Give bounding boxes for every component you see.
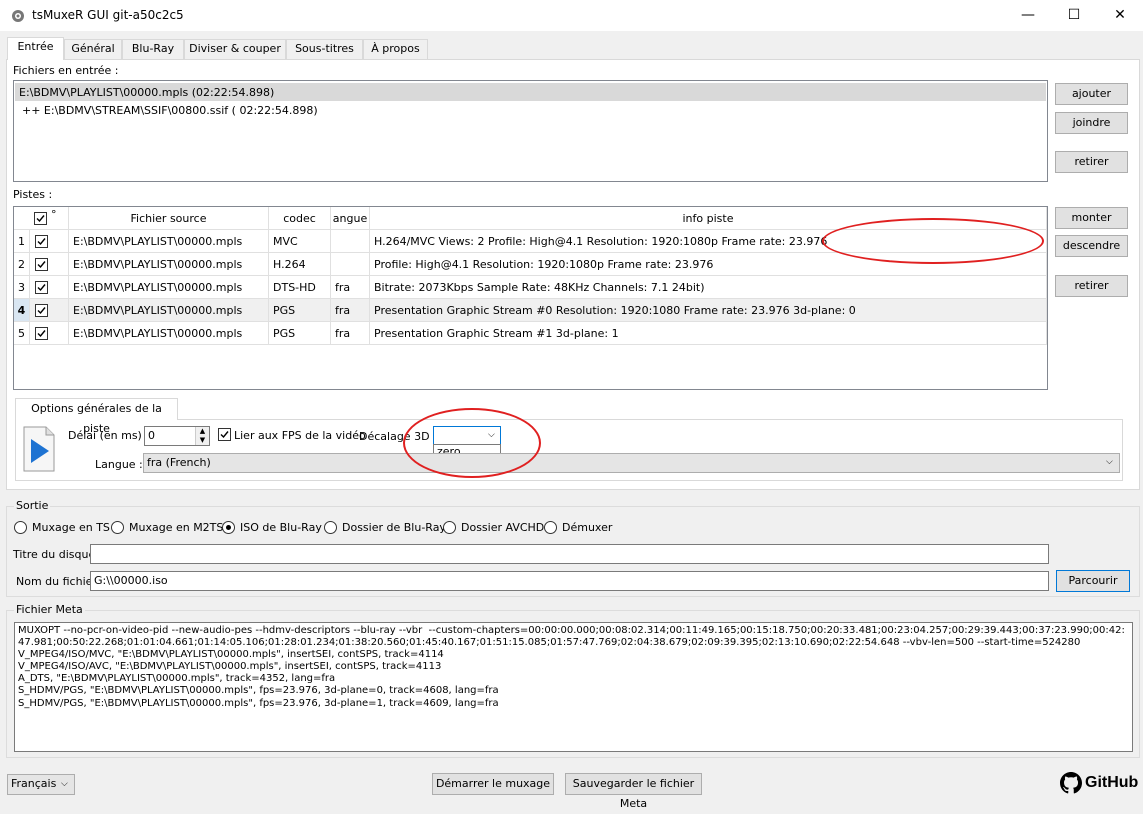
tab-track-options[interactable]: Options générales de la piste [15, 398, 178, 435]
track-codec[interactable]: MVC [269, 230, 331, 253]
track-codec[interactable]: DTS-HD [269, 276, 331, 299]
chevron-down-icon[interactable]: ⌵ [1106, 457, 1113, 467]
list-item[interactable]: ++ E:\BDMV\STREAM\SSIF\00800.ssif ( 02:2… [22, 104, 318, 117]
tab-general[interactable]: Général [64, 39, 122, 59]
language-select[interactable]: fra (French) [143, 453, 1120, 473]
row-check-cell [30, 253, 69, 276]
meta-textarea[interactable]: MUXOPT --no-pcr-on-video-pid --new-audio… [14, 622, 1133, 752]
radio-iso-label: ISO de Blu-Ray [240, 521, 322, 534]
track-lang[interactable] [331, 230, 370, 253]
row-number: 4 [14, 299, 30, 322]
move-up-button[interactable]: monter [1055, 207, 1128, 229]
input-files-list[interactable]: E:\BDMV\PLAYLIST\00000.mpls (02:22:54.89… [13, 80, 1048, 182]
track-source[interactable]: E:\BDMV\PLAYLIST\00000.mpls [69, 253, 269, 276]
track-source[interactable]: E:\BDMV\PLAYLIST\00000.mpls [69, 322, 269, 345]
disc-title-label: Titre du disque [13, 548, 96, 561]
row-number: 5 [14, 322, 30, 345]
add-button[interactable]: ajouter [1055, 83, 1128, 105]
radio-bluray-folder-label: Dossier de Blu-Ray [342, 521, 446, 534]
disc-title-input[interactable] [90, 544, 1049, 564]
radio-ts-label: Muxage en TS [32, 521, 110, 534]
meta-title: Fichier Meta [14, 603, 85, 616]
row-check-cell [30, 276, 69, 299]
window-title: tsMuxeR GUI git-a50c2c5 [32, 8, 184, 22]
track-checkbox[interactable] [35, 327, 48, 340]
save-meta-button[interactable]: Sauvegarder le fichier Meta [565, 773, 702, 810]
row-check-cell [30, 230, 69, 253]
track-lang[interactable]: fra [331, 299, 370, 322]
input-files-label: Fichiers en entrée : [13, 64, 119, 77]
track-codec[interactable]: PGS [269, 299, 331, 322]
tab-bluray[interactable]: Blu-Ray [122, 39, 184, 59]
track-lang[interactable]: fra [331, 322, 370, 345]
row-check-cell [30, 322, 69, 345]
annotation-ellipse [403, 408, 541, 478]
document-play-icon [22, 425, 56, 473]
filename-input[interactable]: G:\\00000.iso [90, 571, 1049, 591]
row-number: 3 [14, 276, 30, 299]
output-title: Sortie [14, 499, 51, 512]
radio-demux-label: Démuxer [562, 521, 613, 534]
track-checkbox[interactable] [35, 235, 48, 248]
tab-about[interactable]: À propos [363, 39, 428, 59]
header-check[interactable]: ° [14, 207, 69, 230]
github-icon[interactable] [1060, 772, 1082, 794]
fps-checkbox[interactable] [218, 428, 231, 441]
radio-demux[interactable] [544, 521, 557, 534]
header-lang[interactable]: angue [331, 207, 370, 230]
row-number: 1 [14, 230, 30, 253]
remove-file-button[interactable]: retirer [1055, 151, 1128, 173]
track-info[interactable]: Presentation Graphic Stream #1 3d-plane:… [370, 322, 1047, 345]
filename-label: Nom du fichier [16, 575, 97, 588]
row-number: 2 [14, 253, 30, 276]
github-label[interactable]: GitHub [1085, 774, 1138, 792]
radio-m2ts[interactable] [111, 521, 124, 534]
move-down-button[interactable]: descendre [1055, 235, 1128, 257]
track-source[interactable]: E:\BDMV\PLAYLIST\00000.mpls [69, 230, 269, 253]
track-lang[interactable] [331, 253, 370, 276]
track-codec[interactable]: H.264 [269, 253, 331, 276]
close-button[interactable]: ✕ [1097, 0, 1143, 31]
track-checkbox[interactable] [35, 258, 48, 271]
radio-m2ts-label: Muxage en M2TS [129, 521, 224, 534]
header-check-label: ° [51, 208, 57, 221]
radio-bluray-folder[interactable] [324, 521, 337, 534]
track-info[interactable]: Presentation Graphic Stream #0 Resolutio… [370, 299, 1047, 322]
track-source[interactable]: E:\BDMV\PLAYLIST\00000.mpls [69, 276, 269, 299]
header-codec[interactable]: codec [269, 207, 331, 230]
annotation-ellipse [822, 218, 1044, 264]
track-codec[interactable]: PGS [269, 322, 331, 345]
tab-split-cut[interactable]: Diviser & couper [184, 39, 286, 59]
tab-subtitles[interactable]: Sous-titres [286, 39, 363, 59]
header-source[interactable]: Fichier source [69, 207, 269, 230]
chevron-down-icon[interactable]: ⌵ [61, 779, 68, 789]
tab-entree[interactable]: Entrée [7, 37, 64, 60]
minimize-button[interactable]: — [1005, 0, 1051, 31]
fps-label: Lier aux FPS de la vidéo [234, 429, 366, 442]
select-all-checkbox[interactable] [34, 212, 47, 225]
radio-iso-bluray[interactable] [222, 521, 235, 534]
list-item[interactable]: E:\BDMV\PLAYLIST\00000.mpls (02:22:54.89… [19, 86, 274, 99]
start-muxing-button[interactable]: Démarrer le muxage [432, 773, 554, 795]
maximize-button[interactable]: ☐ [1051, 0, 1097, 31]
row-check-cell [30, 299, 69, 322]
browse-button[interactable]: Parcourir [1056, 570, 1130, 592]
track-checkbox[interactable] [35, 281, 48, 294]
track-checkbox[interactable] [35, 304, 48, 317]
track-lang[interactable]: fra [331, 276, 370, 299]
track-info[interactable]: Bitrate: 2073Kbps Sample Rate: 48KHz Cha… [370, 276, 1047, 299]
tracks-label: Pistes : [13, 188, 53, 201]
radio-avchd-folder[interactable] [443, 521, 456, 534]
app-gear-icon [10, 8, 26, 24]
track-source[interactable]: E:\BDMV\PLAYLIST\00000.mpls [69, 299, 269, 322]
remove-track-button[interactable]: retirer [1055, 275, 1128, 297]
join-button[interactable]: joindre [1055, 112, 1128, 134]
language-label: Langue : [95, 458, 143, 471]
radio-ts[interactable] [14, 521, 27, 534]
radio-avchd-label: Dossier AVCHD [461, 521, 545, 534]
delay-spinner[interactable]: ▲ ▼ [195, 427, 209, 445]
